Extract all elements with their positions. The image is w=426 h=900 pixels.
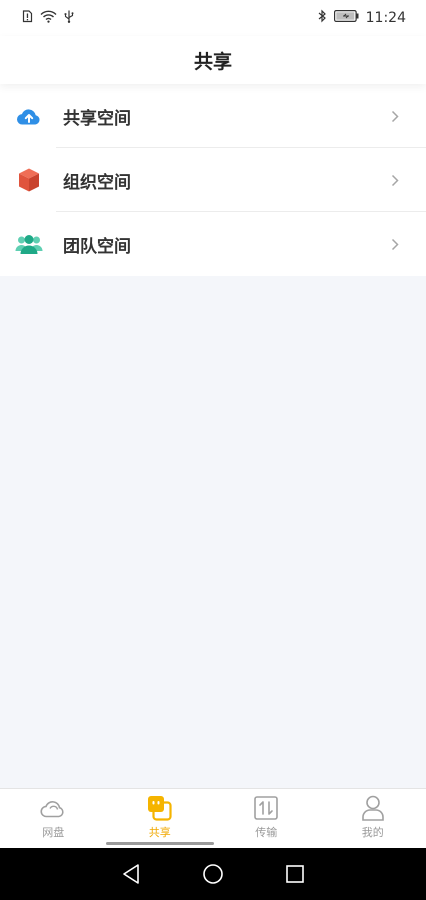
back-icon[interactable] — [116, 859, 146, 889]
menu-item-team-space[interactable]: 团队空间 — [0, 212, 426, 276]
status-time: 11:24 — [365, 10, 406, 26]
home-icon[interactable] — [198, 859, 228, 889]
bluetooth-icon — [318, 9, 327, 27]
menu-item-label: 组织空间 — [63, 172, 131, 193]
usb-icon — [64, 10, 74, 27]
profile-icon — [360, 795, 386, 821]
menu-item-label: 共享空间 — [63, 108, 131, 129]
share-icon — [147, 795, 173, 821]
chevron-right-icon — [388, 108, 402, 124]
tab-label: 网盘 — [42, 826, 65, 839]
transfer-icon — [253, 795, 279, 821]
sim-icon — [22, 9, 33, 27]
status-bar: 11:24 — [0, 0, 426, 36]
chevron-right-icon — [388, 172, 402, 188]
space-menu-list: 共享空间 组织空间 团队空间 — [0, 84, 426, 276]
team-icon — [15, 230, 43, 258]
menu-item-label: 团队空间 — [63, 236, 131, 257]
wifi-icon — [40, 10, 57, 27]
tab-label: 我的 — [361, 826, 384, 839]
tab-netdisk[interactable]: 网盘 — [0, 789, 107, 848]
tab-transfer[interactable]: 传输 — [213, 789, 320, 848]
tab-label: 共享 — [148, 826, 171, 839]
bottom-tab-bar: 网盘 共享 传输 我的 — [0, 788, 426, 848]
system-navigation-bar — [0, 848, 426, 900]
menu-item-shared-space[interactable]: 共享空间 — [0, 84, 426, 148]
battery-icon — [333, 10, 359, 26]
tab-share[interactable]: 共享 — [107, 789, 214, 848]
page-header: 共享 — [0, 36, 426, 84]
home-indicator — [106, 842, 214, 845]
tab-me[interactable]: 我的 — [320, 789, 426, 848]
cube-icon — [15, 166, 43, 194]
status-left-icons — [22, 9, 74, 27]
cloud-icon — [40, 795, 66, 821]
chevron-right-icon — [388, 236, 402, 252]
cloud-upload-icon — [15, 102, 43, 130]
page-title: 共享 — [193, 50, 232, 73]
tab-label: 传输 — [255, 826, 278, 839]
recents-icon[interactable] — [280, 859, 310, 889]
menu-item-organization-space[interactable]: 组织空间 — [0, 148, 426, 212]
status-right-icons: 11:24 — [318, 9, 406, 27]
